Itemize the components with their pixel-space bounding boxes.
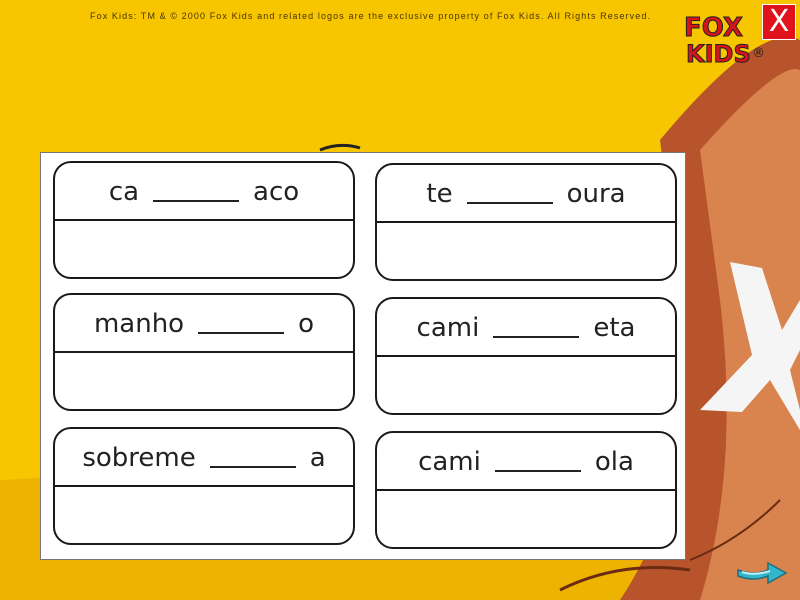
word-end: oura	[566, 179, 626, 209]
divider-line	[377, 355, 675, 357]
answer-blank[interactable]	[209, 466, 296, 468]
close-label: X	[768, 4, 790, 39]
svg-text:KIDS: KIDS	[686, 40, 751, 66]
registered-mark: ®	[752, 46, 765, 61]
copyright-notice: Fox Kids: TM & © 2000 Fox Kids and relat…	[90, 11, 652, 21]
word-card: ca aco	[53, 161, 355, 279]
divider-line	[55, 351, 353, 353]
divider-line	[55, 219, 353, 221]
word-start: manho	[93, 309, 185, 339]
arrow-right-icon	[737, 561, 788, 585]
word-card: sobreme a	[53, 427, 355, 545]
word-card: cami ola	[375, 431, 677, 549]
word-card: te oura	[375, 163, 677, 281]
fox-kids-logo: FOX KIDS	[682, 8, 762, 69]
answer-blank[interactable]	[494, 470, 581, 472]
word-card: manho o	[53, 293, 355, 411]
answer-blank[interactable]	[466, 202, 553, 204]
word-end: ola	[594, 447, 634, 477]
word-end: a	[309, 443, 326, 473]
word-start: te	[426, 179, 453, 209]
next-button[interactable]	[734, 558, 790, 588]
answer-blank[interactable]	[153, 200, 240, 202]
answer-blank[interactable]	[198, 332, 285, 334]
word-end: eta	[593, 313, 636, 343]
word-start: cami	[416, 313, 480, 343]
word-end: aco	[253, 177, 300, 207]
word-end: o	[298, 309, 315, 339]
divider-line	[377, 221, 675, 223]
close-button[interactable]: X	[762, 4, 796, 40]
word-start: ca	[108, 177, 140, 207]
svg-text:FOX: FOX	[684, 13, 743, 43]
divider-line	[55, 485, 353, 487]
worksheet: ca aco te oura manho o cami eta sobreme …	[40, 152, 686, 560]
word-start: cami	[418, 447, 481, 477]
divider-line	[377, 489, 675, 491]
answer-blank[interactable]	[493, 336, 580, 338]
word-card: cami eta	[375, 297, 677, 415]
word-start: sobreme	[82, 443, 196, 473]
